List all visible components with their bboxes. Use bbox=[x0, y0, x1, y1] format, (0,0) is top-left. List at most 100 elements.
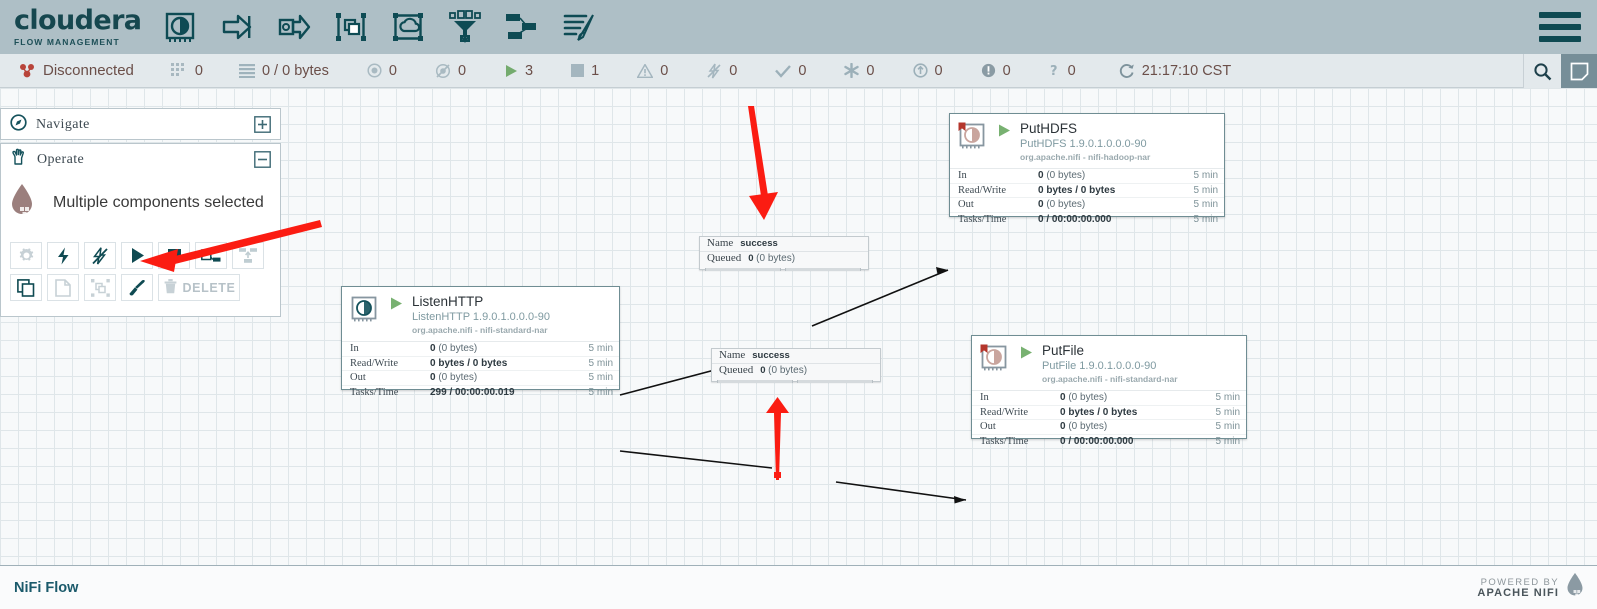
connection-label-puthdfs[interactable]: Name success Queued 0 (0 bytes) bbox=[699, 236, 869, 271]
stat-key: Out bbox=[350, 372, 366, 384]
status-value-invalid: 0 bbox=[660, 62, 669, 79]
navigate-expand-button[interactable] bbox=[254, 116, 271, 133]
processor-header: PutFile PutFile 1.9.0.1.0.0.0-90 org.apa… bbox=[972, 336, 1246, 390]
processor-listenhttp[interactable]: ListenHTTP ListenHTTP 1.9.0.1.0.0.0-90 o… bbox=[341, 286, 620, 398]
processor-puthdfs[interactable]: PutHDFS PutHDFS 1.9.0.1.0.0.0-90 org.apa… bbox=[949, 113, 1225, 225]
copy-template-button[interactable] bbox=[195, 242, 227, 269]
delete-button-label: DELETE bbox=[182, 280, 236, 295]
configure-button[interactable] bbox=[10, 242, 42, 269]
status-value-locally-modified: 0 bbox=[866, 62, 875, 79]
navigate-panel-header[interactable]: Navigate bbox=[1, 109, 280, 140]
remote-process-group-icon[interactable] bbox=[388, 7, 428, 47]
processor-icon[interactable] bbox=[160, 7, 200, 47]
status-item-stopped: 1 bbox=[571, 63, 599, 79]
navigate-panel-title: Navigate bbox=[36, 116, 90, 132]
stat-time: 5 min bbox=[1215, 406, 1240, 418]
stop-button[interactable] bbox=[158, 242, 190, 269]
processor-header: PutHDFS PutHDFS 1.9.0.1.0.0.0-90 org.apa… bbox=[950, 114, 1224, 168]
status-item-help: ? 0 bbox=[1049, 63, 1076, 79]
output-port-icon[interactable] bbox=[274, 7, 314, 47]
connection-name-row: Name success bbox=[700, 237, 868, 252]
processor-type-icon bbox=[980, 344, 1010, 374]
connection-queued-row: Queued 0 (0 bytes) bbox=[700, 252, 868, 267]
global-menu-button[interactable] bbox=[1539, 12, 1581, 42]
stat-row: Out 0 (0 bytes) 5 min bbox=[950, 198, 1224, 213]
transmitting-icon bbox=[367, 63, 382, 78]
processor-text: PutFile PutFile 1.9.0.1.0.0.0-90 org.apa… bbox=[1042, 344, 1178, 385]
delete-button[interactable]: DELETE bbox=[158, 274, 240, 301]
stat-value: 0 (0 bytes) bbox=[430, 372, 478, 384]
status-item-transmitting: 0 bbox=[367, 63, 397, 79]
processor-bundle: org.apache.nifi - nifi-standard-nar bbox=[412, 325, 548, 335]
breadcrumb[interactable]: NiFi Flow bbox=[14, 580, 78, 596]
note-button[interactable] bbox=[1561, 54, 1597, 88]
connection-label-putfile[interactable]: Name success Queued 0 (0 bytes) bbox=[711, 348, 881, 383]
connection-name-value: success bbox=[740, 238, 778, 249]
stat-time: 5 min bbox=[1193, 199, 1218, 211]
cluster-icon bbox=[170, 63, 188, 78]
flow-canvas[interactable]: Navigate Operate Multiple components sel… bbox=[0, 88, 1597, 565]
hamburger-line bbox=[1539, 24, 1581, 30]
status-item-running: 3 bbox=[504, 63, 533, 79]
stat-value: 0 / 00:00:00.000 bbox=[1038, 214, 1112, 226]
stat-key: Read/Write bbox=[958, 184, 1006, 196]
svg-text:?: ? bbox=[1050, 64, 1058, 78]
stat-value: 0 bytes / 0 bytes bbox=[430, 357, 508, 369]
connection-queued-row: Queued 0 (0 bytes) bbox=[712, 364, 880, 379]
funnel-icon[interactable] bbox=[445, 7, 485, 47]
operate-panel-header[interactable]: Operate bbox=[1, 144, 280, 175]
search-button[interactable] bbox=[1523, 54, 1561, 88]
processor-putfile[interactable]: PutFile PutFile 1.9.0.1.0.0.0-90 org.apa… bbox=[971, 335, 1247, 447]
running-icon bbox=[504, 64, 518, 78]
stat-key: Out bbox=[980, 421, 996, 433]
operate-collapse-button[interactable] bbox=[254, 151, 271, 168]
status-item-invalid: 0 bbox=[637, 63, 668, 79]
processor-run-status-icon bbox=[1020, 346, 1033, 385]
stat-value: 0 (0 bytes) bbox=[1060, 392, 1108, 404]
change-color-button[interactable] bbox=[121, 274, 153, 301]
status-value-up-to-date: 0 bbox=[798, 62, 807, 79]
stat-key: Read/Write bbox=[980, 406, 1028, 418]
brand-subtitle: FLOW MANAGEMENT bbox=[14, 36, 120, 47]
template-icon[interactable] bbox=[502, 7, 542, 47]
stat-time: 5 min bbox=[588, 357, 613, 369]
upload-template-button[interactable] bbox=[232, 242, 264, 269]
connection-queued-value: 0 (0 bytes) bbox=[748, 253, 796, 264]
enable-button[interactable] bbox=[47, 242, 79, 269]
disable-button[interactable] bbox=[84, 242, 116, 269]
stat-value: 0 (0 bytes) bbox=[430, 343, 478, 355]
up-to-date-icon bbox=[775, 64, 792, 78]
brand-name: cloudera bbox=[14, 4, 142, 36]
status-value-help: 0 bbox=[1067, 62, 1076, 79]
status-item-queue: 0 / 0 bytes bbox=[238, 62, 329, 79]
start-button[interactable] bbox=[121, 242, 153, 269]
status-item-stale: 0 bbox=[912, 63, 943, 79]
status-value-disabled: 0 bbox=[729, 62, 738, 79]
process-group-icon[interactable] bbox=[331, 7, 371, 47]
status-value-queue: 0 / 0 bytes bbox=[261, 62, 329, 79]
refresh-icon[interactable] bbox=[1118, 63, 1135, 79]
paste-button[interactable] bbox=[47, 274, 79, 301]
stat-row: Tasks/Time 0 / 00:00:00.000 5 min bbox=[972, 435, 1246, 450]
copy-button[interactable] bbox=[10, 274, 42, 301]
hamburger-line bbox=[1539, 12, 1581, 18]
connection-progress-count bbox=[705, 268, 781, 271]
stat-time: 5 min bbox=[1215, 392, 1240, 404]
processor-header: ListenHTTP ListenHTTP 1.9.0.1.0.0.0-90 o… bbox=[342, 287, 619, 341]
connection-queued-key: Queued bbox=[707, 252, 742, 264]
last-refreshed: 21:17:10 CST bbox=[1118, 63, 1231, 79]
status-item-not-transmitting: 0 bbox=[435, 63, 466, 79]
powered-by-line1: POWERED BY bbox=[1480, 576, 1559, 588]
status-value-transmitting: 0 bbox=[388, 62, 397, 79]
input-port-icon[interactable] bbox=[217, 7, 257, 47]
stat-key: Tasks/Time bbox=[958, 214, 1007, 226]
processor-type: PutHDFS 1.9.0.1.0.0.0-90 bbox=[1020, 138, 1147, 150]
processor-stats: In 0 (0 bytes) 5 min Read/Write 0 bytes … bbox=[342, 341, 619, 400]
connection-progress-count bbox=[717, 380, 793, 383]
stat-row: In 0 (0 bytes) 5 min bbox=[342, 342, 619, 357]
stat-time: 5 min bbox=[588, 387, 613, 399]
processor-type-icon bbox=[958, 122, 988, 152]
label-icon[interactable] bbox=[559, 7, 599, 47]
stat-key: Tasks/Time bbox=[980, 436, 1029, 448]
group-button[interactable] bbox=[84, 274, 116, 301]
